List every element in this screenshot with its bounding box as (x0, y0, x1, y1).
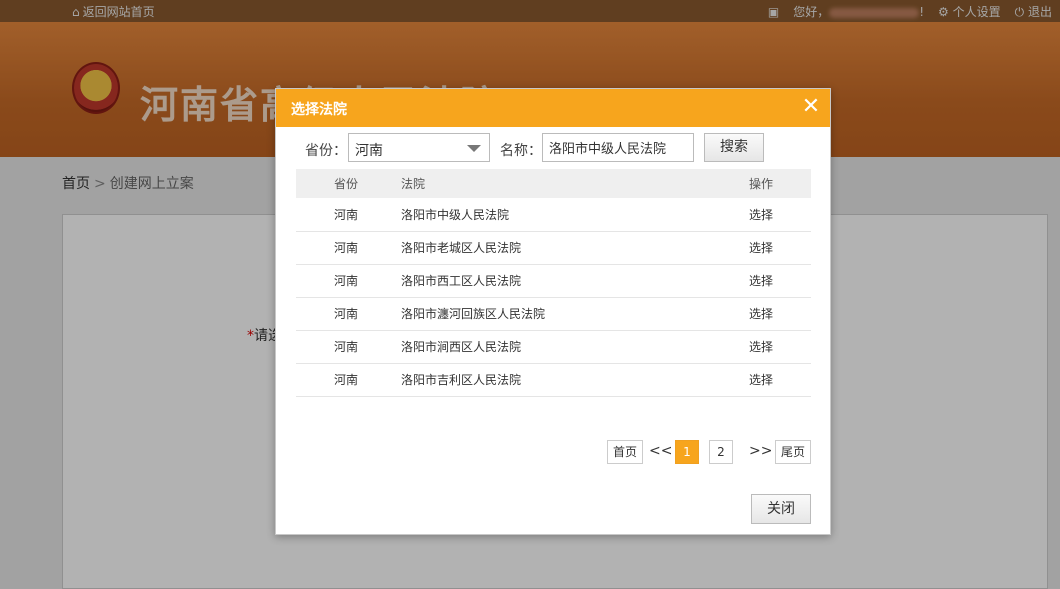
table-row: 河南 洛阳市中级人民法院 选择 (296, 198, 811, 232)
cell-court: 洛阳市吉利区人民法院 (401, 363, 746, 397)
pager-prev[interactable]: << (649, 440, 672, 464)
cell-court: 洛阳市西工区人民法院 (401, 264, 746, 298)
select-court-link[interactable]: 选择 (749, 241, 773, 255)
table-row: 河南 洛阳市老城区人民法院 选择 (296, 231, 811, 265)
column-header-province: 省份 (296, 169, 401, 198)
pager-last[interactable]: 尾页 (775, 440, 811, 464)
pager-next[interactable]: >> (749, 440, 772, 464)
select-court-link[interactable]: 选择 (749, 274, 773, 288)
select-court-link[interactable]: 选择 (749, 340, 773, 354)
cell-province: 河南 (296, 198, 401, 232)
cell-province: 河南 (296, 264, 401, 298)
province-select-value: 河南 (355, 143, 383, 159)
table-row: 河南 洛阳市瀍河回族区人民法院 选择 (296, 297, 811, 331)
cell-court: 洛阳市中级人民法院 (401, 198, 746, 232)
select-court-link[interactable]: 选择 (749, 307, 773, 321)
cell-court: 洛阳市涧西区人民法院 (401, 330, 746, 364)
table-row: 河南 洛阳市涧西区人民法院 选择 (296, 330, 811, 364)
cell-province: 河南 (296, 297, 401, 331)
chevron-down-icon (467, 145, 481, 152)
cell-province: 河南 (296, 231, 401, 265)
name-label: 名称： (500, 143, 542, 159)
dialog-header: 选择法院 ✕ (276, 89, 830, 127)
column-header-court: 法院 (401, 169, 746, 198)
pager-page-2[interactable]: 2 (709, 440, 733, 464)
search-button[interactable]: 搜索 (704, 133, 764, 162)
pagination: 首页 << 1 2 >> 尾页 (276, 440, 830, 464)
select-court-dialog: 选择法院 ✕ 省份： 河南 名称： 搜索 省份 法院 操作 河南 洛阳市中级人民… (275, 88, 831, 535)
court-name-input[interactable] (542, 133, 694, 162)
search-row: 省份： 河南 名称： 搜索 (276, 133, 830, 163)
cell-province: 河南 (296, 363, 401, 397)
court-table: 省份 法院 操作 河南 洛阳市中级人民法院 选择 河南 洛阳市老城区人民法院 选… (296, 169, 811, 397)
table-header-row: 省份 法院 操作 (296, 169, 811, 198)
pager-first[interactable]: 首页 (607, 440, 643, 464)
pager-page-1[interactable]: 1 (675, 440, 699, 464)
cell-court: 洛阳市瀍河回族区人民法院 (401, 297, 746, 331)
column-header-action: 操作 (746, 169, 811, 198)
province-label: 省份： (305, 143, 347, 159)
dialog-title: 选择法院 (291, 102, 347, 118)
select-court-link[interactable]: 选择 (749, 373, 773, 387)
close-button[interactable]: 关闭 (751, 494, 811, 524)
cell-province: 河南 (296, 330, 401, 364)
province-select[interactable]: 河南 (348, 133, 490, 162)
cell-court: 洛阳市老城区人民法院 (401, 231, 746, 265)
table-row: 河南 洛阳市吉利区人民法院 选择 (296, 363, 811, 397)
table-row: 河南 洛阳市西工区人民法院 选择 (296, 264, 811, 298)
close-icon[interactable]: ✕ (800, 96, 822, 118)
select-court-link[interactable]: 选择 (749, 208, 773, 222)
